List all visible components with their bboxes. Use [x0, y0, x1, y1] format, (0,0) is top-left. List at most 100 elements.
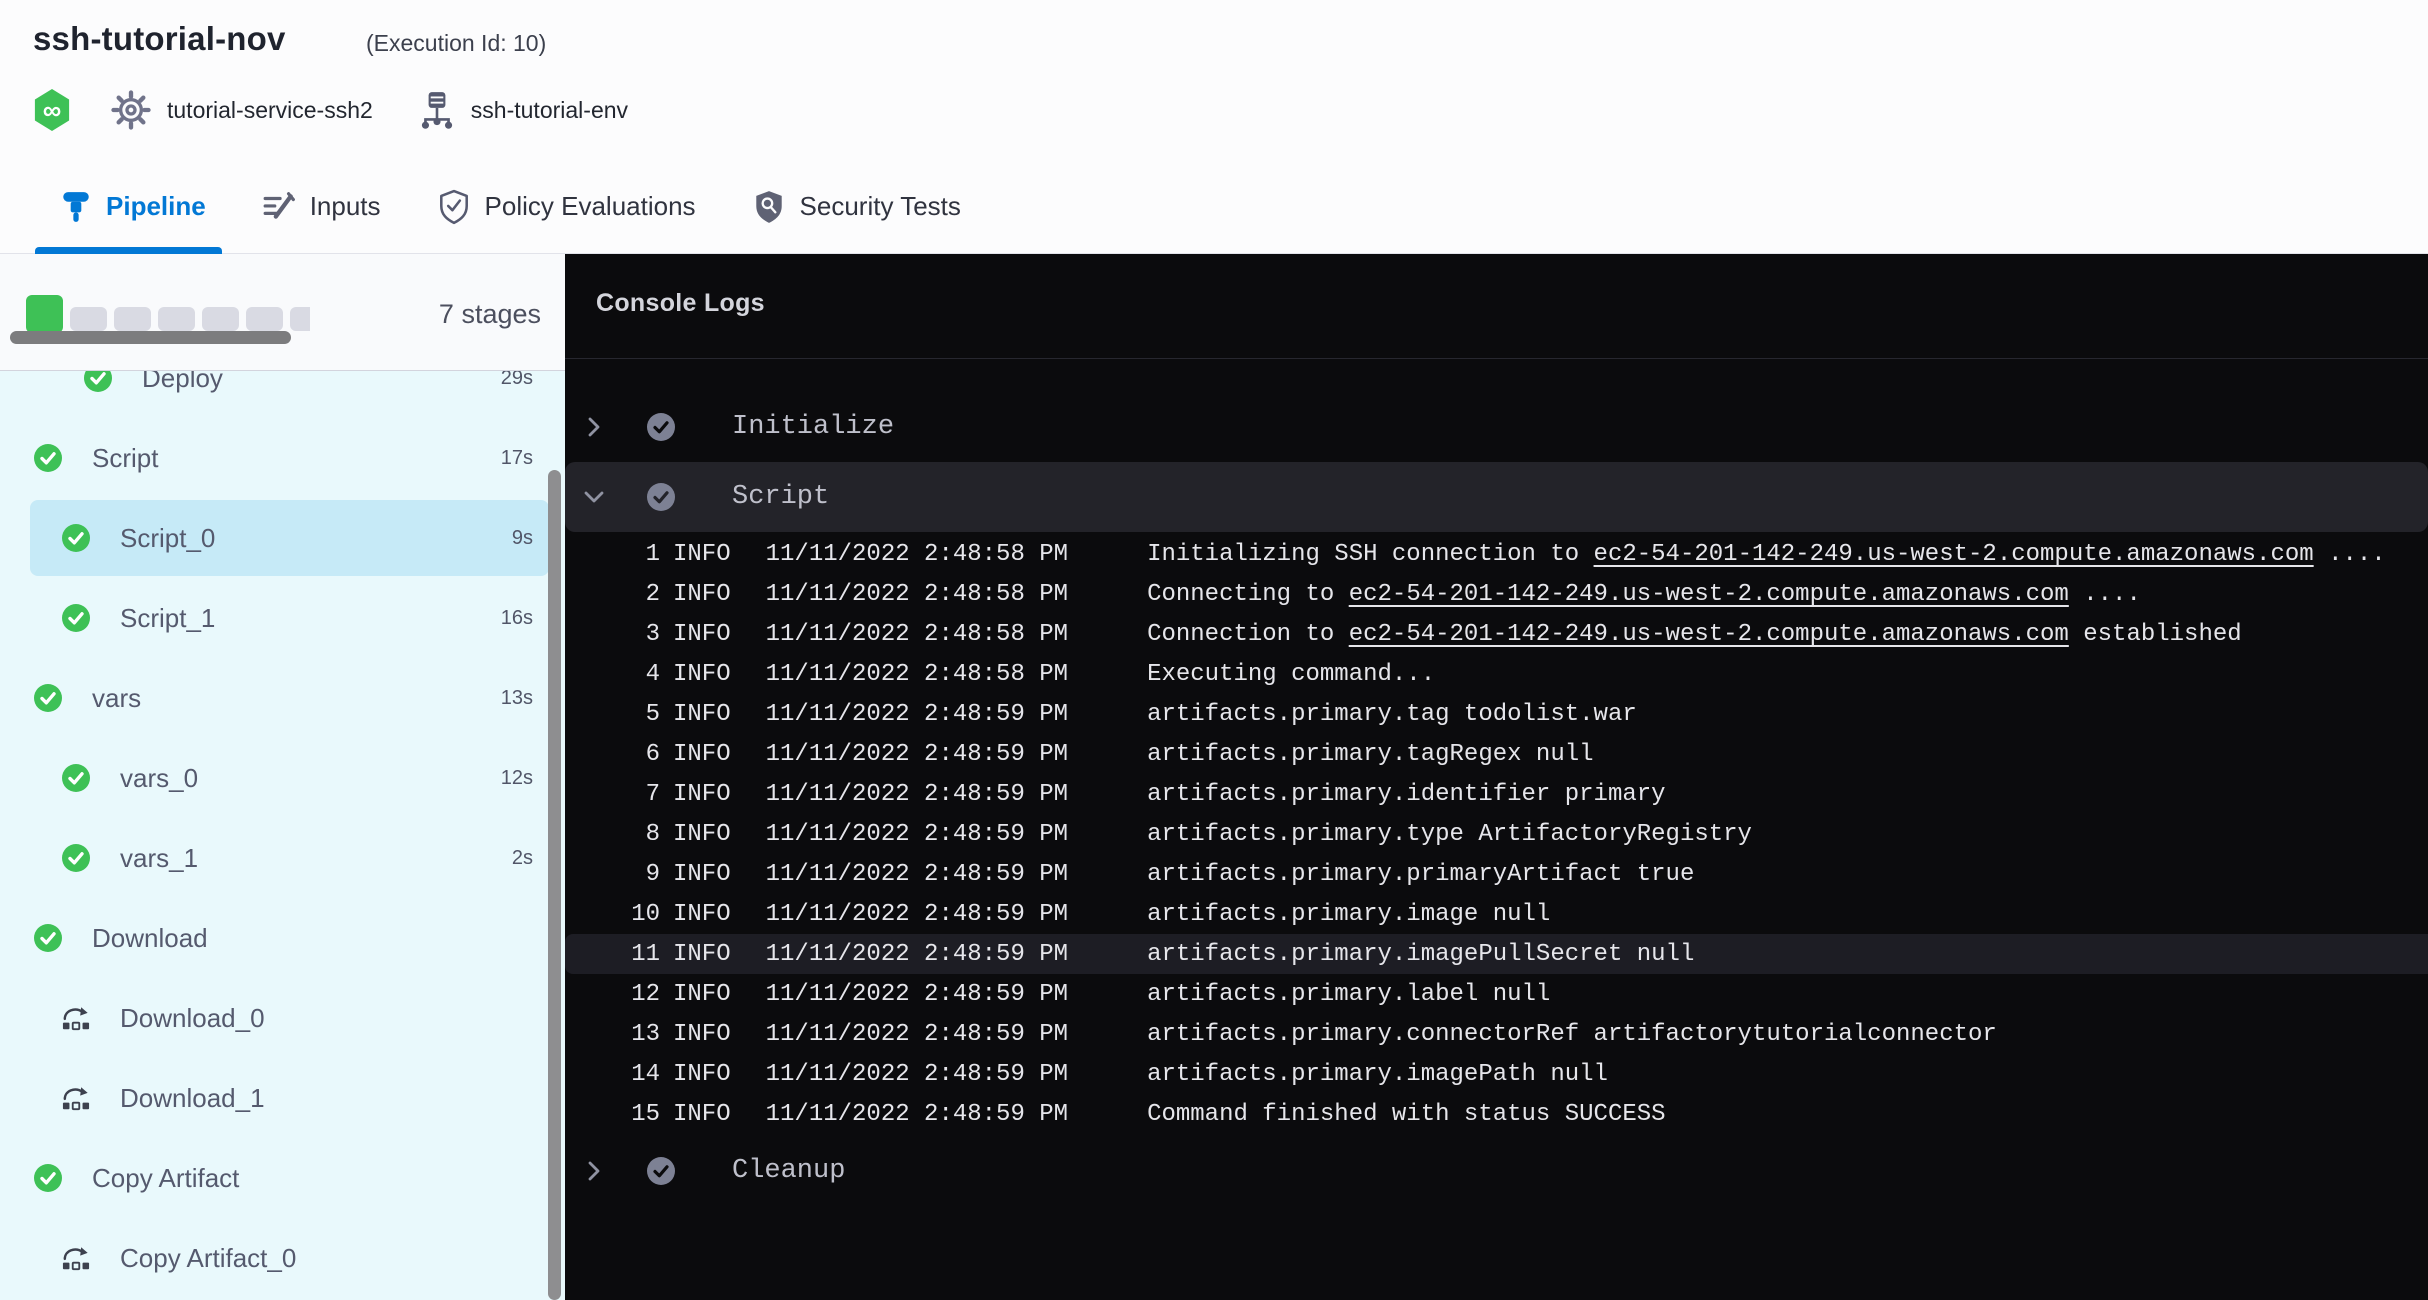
log-line: 3 INFO 11/11/2022 2:48:58 PM Connection … [565, 614, 2428, 654]
inputs-icon [262, 190, 296, 224]
log-timestamp: 11/11/2022 2:48:59 PM [766, 861, 1068, 888]
stage-label: Download_0 [120, 1003, 265, 1034]
log-level: INFO [673, 901, 731, 928]
chevron-right-icon [581, 414, 607, 440]
progress-segment [158, 307, 195, 331]
stage-success-icon [62, 844, 90, 872]
log-timestamp: 11/11/2022 2:48:59 PM [766, 941, 1068, 968]
log-timestamp: 11/11/2022 2:48:59 PM [766, 1021, 1068, 1048]
stage-row[interactable]: Script_1 16s [0, 578, 565, 658]
section-success-icon [647, 483, 675, 511]
log-text: artifacts.primary.tag todolist.war [1147, 701, 1637, 728]
stage-success-icon [62, 524, 90, 552]
log-line: 5 INFO 11/11/2022 2:48:59 PM artifacts.p… [565, 694, 2428, 734]
environment-icon [419, 89, 455, 131]
stage-row[interactable]: Copy Artifact_0 [0, 1218, 565, 1298]
log-level: INFO [673, 621, 731, 648]
sidebar-vertical-scrollbar[interactable] [548, 470, 561, 1300]
section-label: Cleanup [732, 1156, 845, 1186]
log-message: Connection to ec2-54-201-142-249.us-west… [1147, 621, 2242, 648]
stage-label: vars_1 [120, 843, 198, 874]
log-line: 8 INFO 11/11/2022 2:48:59 PM artifacts.p… [565, 814, 2428, 854]
log-timestamp: 11/11/2022 2:48:59 PM [766, 1061, 1068, 1088]
stage-list: Deploy 29s Script 17s [0, 371, 565, 1298]
stage-duration: 9s [512, 527, 533, 550]
log-message: artifacts.primary.primaryArtifact true [1147, 861, 1694, 888]
log-line-number: 9 [565, 861, 660, 888]
tab-bar: Pipeline Inputs [0, 160, 2428, 253]
pipeline-icon [60, 190, 92, 224]
tab[interactable]: Security Tests [752, 189, 961, 225]
tab-label: Inputs [310, 191, 381, 222]
log-section-initialize[interactable]: Initialize [565, 392, 2428, 462]
tab[interactable]: Inputs [262, 190, 381, 224]
log-line: 4 INFO 11/11/2022 2:48:58 PM Executing c… [565, 654, 2428, 694]
log-level: INFO [673, 821, 731, 848]
stage-label: Download [92, 923, 208, 954]
stage-row[interactable]: Deploy 29s [0, 371, 565, 418]
log-line: 6 INFO 11/11/2022 2:48:59 PM artifacts.p… [565, 734, 2428, 774]
stage-row[interactable]: vars_1 2s [0, 818, 565, 898]
log-level: INFO [673, 1101, 731, 1128]
tab[interactable]: Pipeline [60, 190, 206, 224]
security-tests-icon [752, 189, 786, 225]
log-level: INFO [673, 741, 731, 768]
stage-graph-horizontal-scrollbar[interactable] [10, 331, 291, 344]
log-line-number: 11 [565, 941, 660, 968]
log-host-link[interactable]: ec2-54-201-142-249.us-west-2.compute.ama… [1594, 541, 2314, 568]
log-section-script[interactable]: Script [565, 462, 2428, 532]
stage-success-icon [62, 764, 90, 792]
log-line-number: 8 [565, 821, 660, 848]
stage-duration: 17s [501, 447, 533, 470]
log-text: Connecting to [1147, 581, 1349, 608]
log-line-number: 4 [565, 661, 660, 688]
log-timestamp: 11/11/2022 2:48:59 PM [766, 1101, 1068, 1128]
log-timestamp: 11/11/2022 2:48:58 PM [766, 581, 1068, 608]
console-logs-panel: Console Logs Initialize [565, 254, 2428, 1300]
progress-segment [114, 307, 151, 331]
cd-module-icon: ∞ [33, 89, 71, 131]
stage-row[interactable]: Download_0 [0, 978, 565, 1058]
stage-success-icon [34, 444, 62, 472]
log-timestamp: 11/11/2022 2:48:59 PM [766, 901, 1068, 928]
policy-evaluations-icon [437, 189, 471, 225]
log-host-link[interactable]: ec2-54-201-142-249.us-west-2.compute.ama… [1349, 581, 2069, 608]
log-section-cleanup[interactable]: Cleanup [565, 1136, 2428, 1206]
log-line: 2 INFO 11/11/2022 2:48:58 PM Connecting … [565, 574, 2428, 614]
log-text: artifacts.primary.imagePullSecret null [1147, 941, 1694, 968]
environment-name[interactable]: ssh-tutorial-env [471, 97, 628, 124]
log-message: Command finished with status SUCCESS [1147, 1101, 1665, 1128]
progress-segment [70, 307, 107, 331]
tab-list: Pipeline Inputs [60, 160, 961, 253]
stage-row[interactable]: vars_0 12s [0, 738, 565, 818]
tab-label: Security Tests [800, 191, 961, 222]
log-text: artifacts.primary.primaryArtifact true [1147, 861, 1694, 888]
log-line: 15 INFO 11/11/2022 2:48:59 PM Command fi… [565, 1094, 2428, 1134]
log-message: artifacts.primary.tag todolist.war [1147, 701, 1637, 728]
stage-row[interactable]: Script_0 9s [0, 498, 565, 578]
log-message: artifacts.primary.image null [1147, 901, 1550, 928]
stage-row[interactable]: Script 17s [0, 418, 565, 498]
stage-row[interactable]: Download_1 [0, 1058, 565, 1138]
stage-row[interactable]: Copy Artifact [0, 1138, 565, 1218]
progress-segment [246, 307, 283, 331]
tab[interactable]: Policy Evaluations [437, 189, 696, 225]
stage-row[interactable]: vars 13s [0, 658, 565, 738]
log-line: 14 INFO 11/11/2022 2:48:59 PM artifacts.… [565, 1054, 2428, 1094]
service-name[interactable]: tutorial-service-ssh2 [167, 97, 373, 124]
log-line: 1 INFO 11/11/2022 2:48:58 PM Initializin… [565, 534, 2428, 574]
log-timestamp: 11/11/2022 2:48:59 PM [766, 821, 1068, 848]
log-text: artifacts.primary.imagePath null [1147, 1061, 1608, 1088]
log-host-link[interactable]: ec2-54-201-142-249.us-west-2.compute.ama… [1349, 621, 2069, 648]
stage-progress-bar [26, 295, 310, 335]
log-line-number: 3 [565, 621, 660, 648]
stage-success-icon [62, 604, 90, 632]
log-line: 7 INFO 11/11/2022 2:48:59 PM artifacts.p… [565, 774, 2428, 814]
log-message: artifacts.primary.imagePullSecret null [1147, 941, 1694, 968]
log-text: artifacts.primary.tagRegex null [1147, 741, 1593, 768]
progress-segment [290, 307, 310, 331]
stage-row[interactable]: Download [0, 898, 565, 978]
stage-label: Script_0 [120, 523, 215, 554]
log-text: artifacts.primary.connectorRef artifacto… [1147, 1021, 1997, 1048]
log-level: INFO [673, 541, 731, 568]
